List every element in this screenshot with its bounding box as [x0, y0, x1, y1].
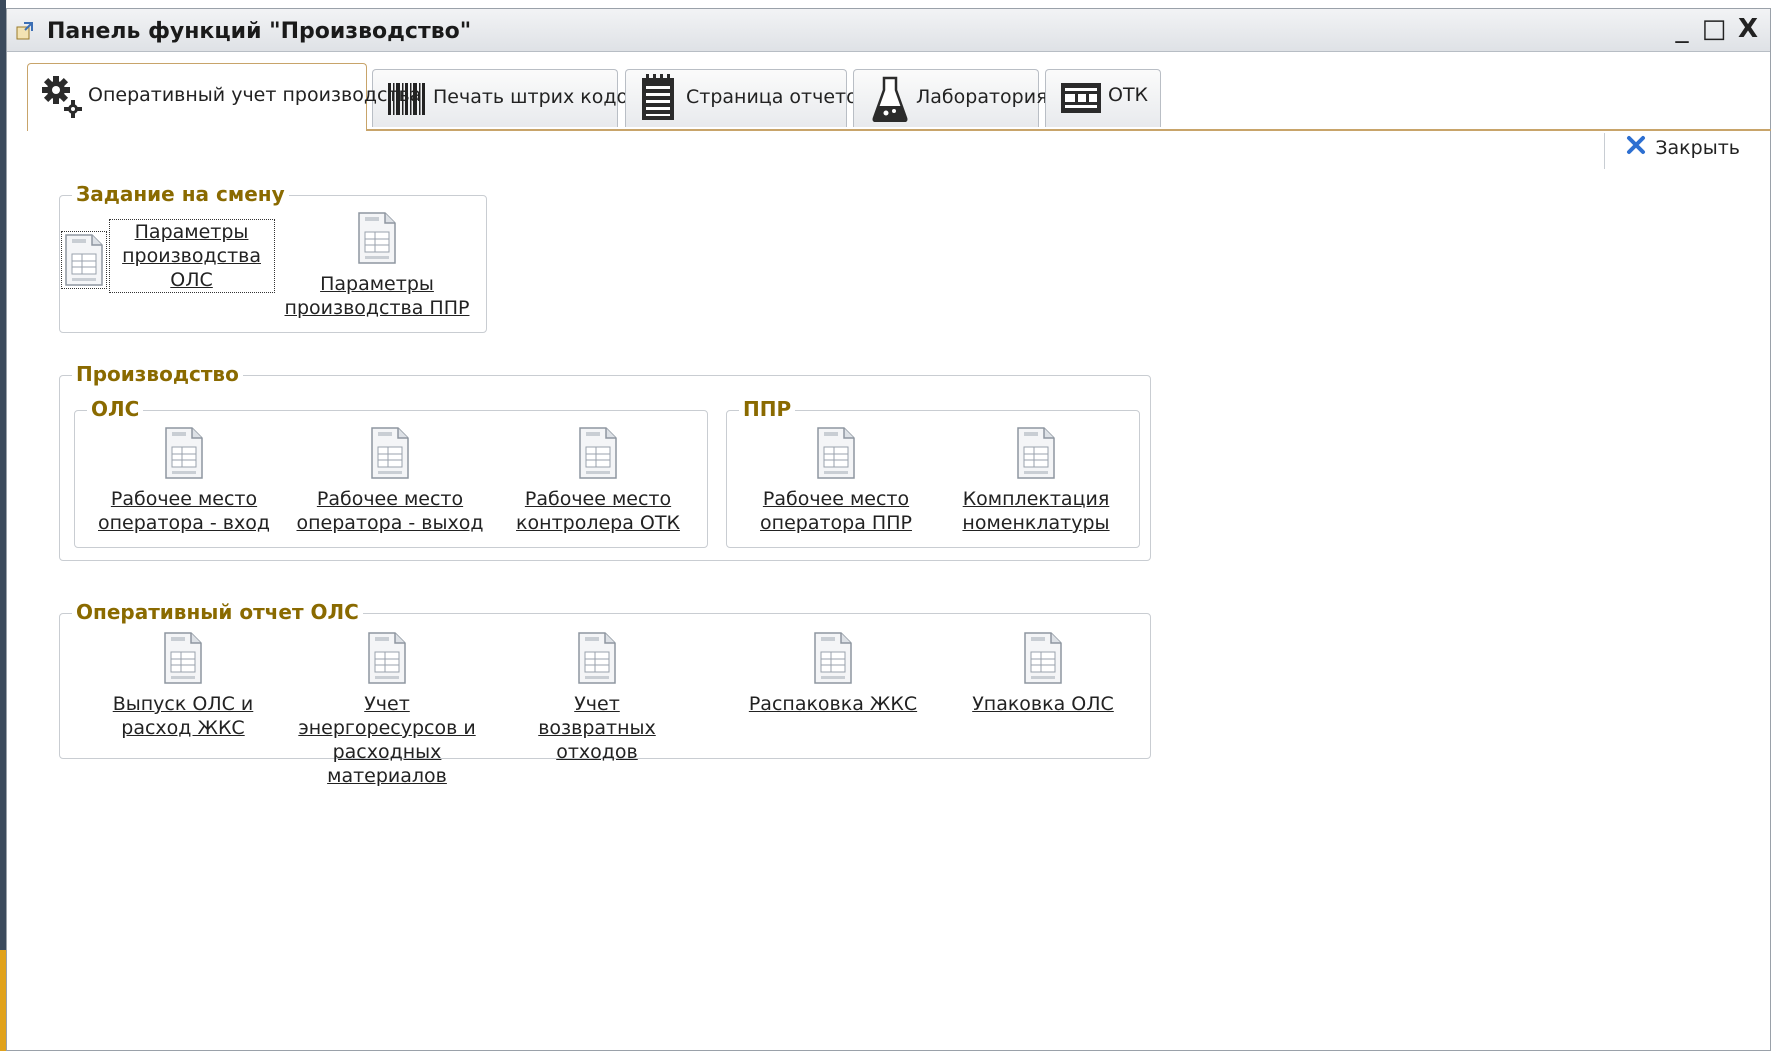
tab-label: Оперативный учет производства: [88, 84, 422, 106]
subgroup-ols: ОЛС Рабочее место оператора - вход Рабоч…: [74, 397, 708, 548]
link-energy-materials-accounting[interactable]: Учет энергоресурсов и расходных материал…: [282, 632, 492, 788]
document-icon: [61, 231, 108, 289]
link-label: Учет энергоресурсов и расходных материал…: [298, 693, 476, 787]
subgroup-title: ППР: [739, 397, 796, 421]
maximize-button[interactable]: □: [1700, 15, 1728, 43]
link-label: Распаковка ЖКС: [748, 693, 918, 715]
tab-operational-accounting[interactable]: Оперативный учет производства: [27, 63, 421, 131]
close-panel-label: Закрыть: [1655, 137, 1740, 159]
group-shift-task: Задание на смену Параметры производства …: [59, 182, 487, 333]
subgroup-title: ОЛС: [87, 397, 144, 421]
group-title: Производство: [72, 362, 243, 386]
toolbar-separator: [1604, 133, 1605, 169]
link-ppr-operator-workplace[interactable]: Рабочее место оператора ППР: [731, 427, 941, 535]
document-icon: [1016, 427, 1056, 479]
link-otk-controller-workplace[interactable]: Рабочее место контролера ОТК: [493, 427, 703, 535]
subgroup-ppr: ППР Рабочее место оператора ППР Комплект…: [726, 397, 1141, 548]
tab-bar: Оперативный учет производства Печать штр…: [27, 63, 1771, 131]
report-page-icon: [642, 74, 674, 120]
tab-reports-page[interactable]: Страница отчетов: [625, 69, 869, 127]
link-operator-output-workplace[interactable]: Рабочее место оператора - выход: [285, 427, 495, 535]
document-icon: [813, 632, 853, 684]
link-label: Упаковка ОЛС: [972, 693, 1114, 715]
link-label: Учет возвратных отходов: [538, 693, 656, 763]
panel-icon: [16, 22, 33, 40]
link-operator-input-workplace[interactable]: Рабочее место оператора - вход: [79, 427, 289, 535]
link-label: Комплектация номенклатуры: [962, 488, 1110, 534]
link-label: Параметры производства ППР: [284, 273, 470, 319]
link-label: Выпуск ОЛС и расход ЖКС: [112, 693, 254, 739]
link-return-waste-accounting[interactable]: Учет возвратных отходов: [492, 632, 702, 764]
document-icon: [816, 427, 856, 479]
link-nomenclature-kitting[interactable]: Комплектация номенклатуры: [931, 427, 1141, 535]
document-icon: [367, 632, 407, 684]
gears-icon: [42, 76, 82, 118]
link-label: Рабочее место контролера ОТК: [516, 488, 680, 534]
window-title: Панель функций "Производство": [47, 19, 472, 44]
group-production: Производство ОЛС Рабочее место оператора…: [59, 362, 1151, 561]
tab-laboratory[interactable]: Лаборатория: [853, 69, 1048, 127]
link-zhks-unpacking[interactable]: Распаковка ЖКС: [728, 632, 938, 716]
document-icon: [163, 632, 203, 684]
close-icon: [1627, 136, 1646, 154]
group-ols-operational-report: Оперативный отчет ОЛС Выпуск ОЛС и расхо…: [59, 600, 1151, 787]
link-label: Рабочее место оператора - выход: [296, 488, 484, 534]
tab-label: Печать штрих кодов: [433, 86, 640, 108]
link-ols-output-zhks-consumption[interactable]: Выпуск ОЛС и расход ЖКС: [78, 632, 288, 740]
document-icon: [578, 427, 618, 479]
document-icon: [357, 212, 397, 264]
link-ols-production-params[interactable]: Параметры производства ОЛС: [61, 212, 275, 293]
close-window-button[interactable]: X: [1734, 15, 1762, 43]
tab-label: Лаборатория: [916, 86, 1048, 108]
group-title: Оперативный отчет ОЛС: [72, 600, 363, 624]
document-icon: [577, 632, 617, 684]
document-icon: [164, 427, 204, 479]
otk-icon: [1061, 83, 1101, 113]
link-ols-packing[interactable]: Упаковка ОЛС: [938, 632, 1148, 716]
link-label: Рабочее место оператора - вход: [98, 488, 270, 534]
tab-label: ОТК: [1108, 84, 1149, 106]
link-ppr-production-params[interactable]: Параметры производства ППР: [272, 212, 482, 320]
close-panel-button[interactable]: Закрыть: [1627, 136, 1740, 159]
minimize-button[interactable]: _: [1668, 15, 1696, 43]
document-icon: [370, 427, 410, 479]
tab-otk[interactable]: ОТК: [1045, 69, 1161, 127]
link-label: Параметры производства ОЛС: [108, 219, 275, 293]
function-panel-window: Панель функций "Производство" _ □ X Опер…: [6, 8, 1771, 1051]
link-label: Рабочее место оператора ППР: [760, 488, 912, 534]
document-icon: [1023, 632, 1063, 684]
title-bar: Панель функций "Производство" _ □ X: [7, 9, 1770, 52]
group-title: Задание на смену: [72, 182, 289, 206]
tab-label: Страница отчетов: [686, 86, 869, 108]
flask-icon: [872, 76, 908, 122]
